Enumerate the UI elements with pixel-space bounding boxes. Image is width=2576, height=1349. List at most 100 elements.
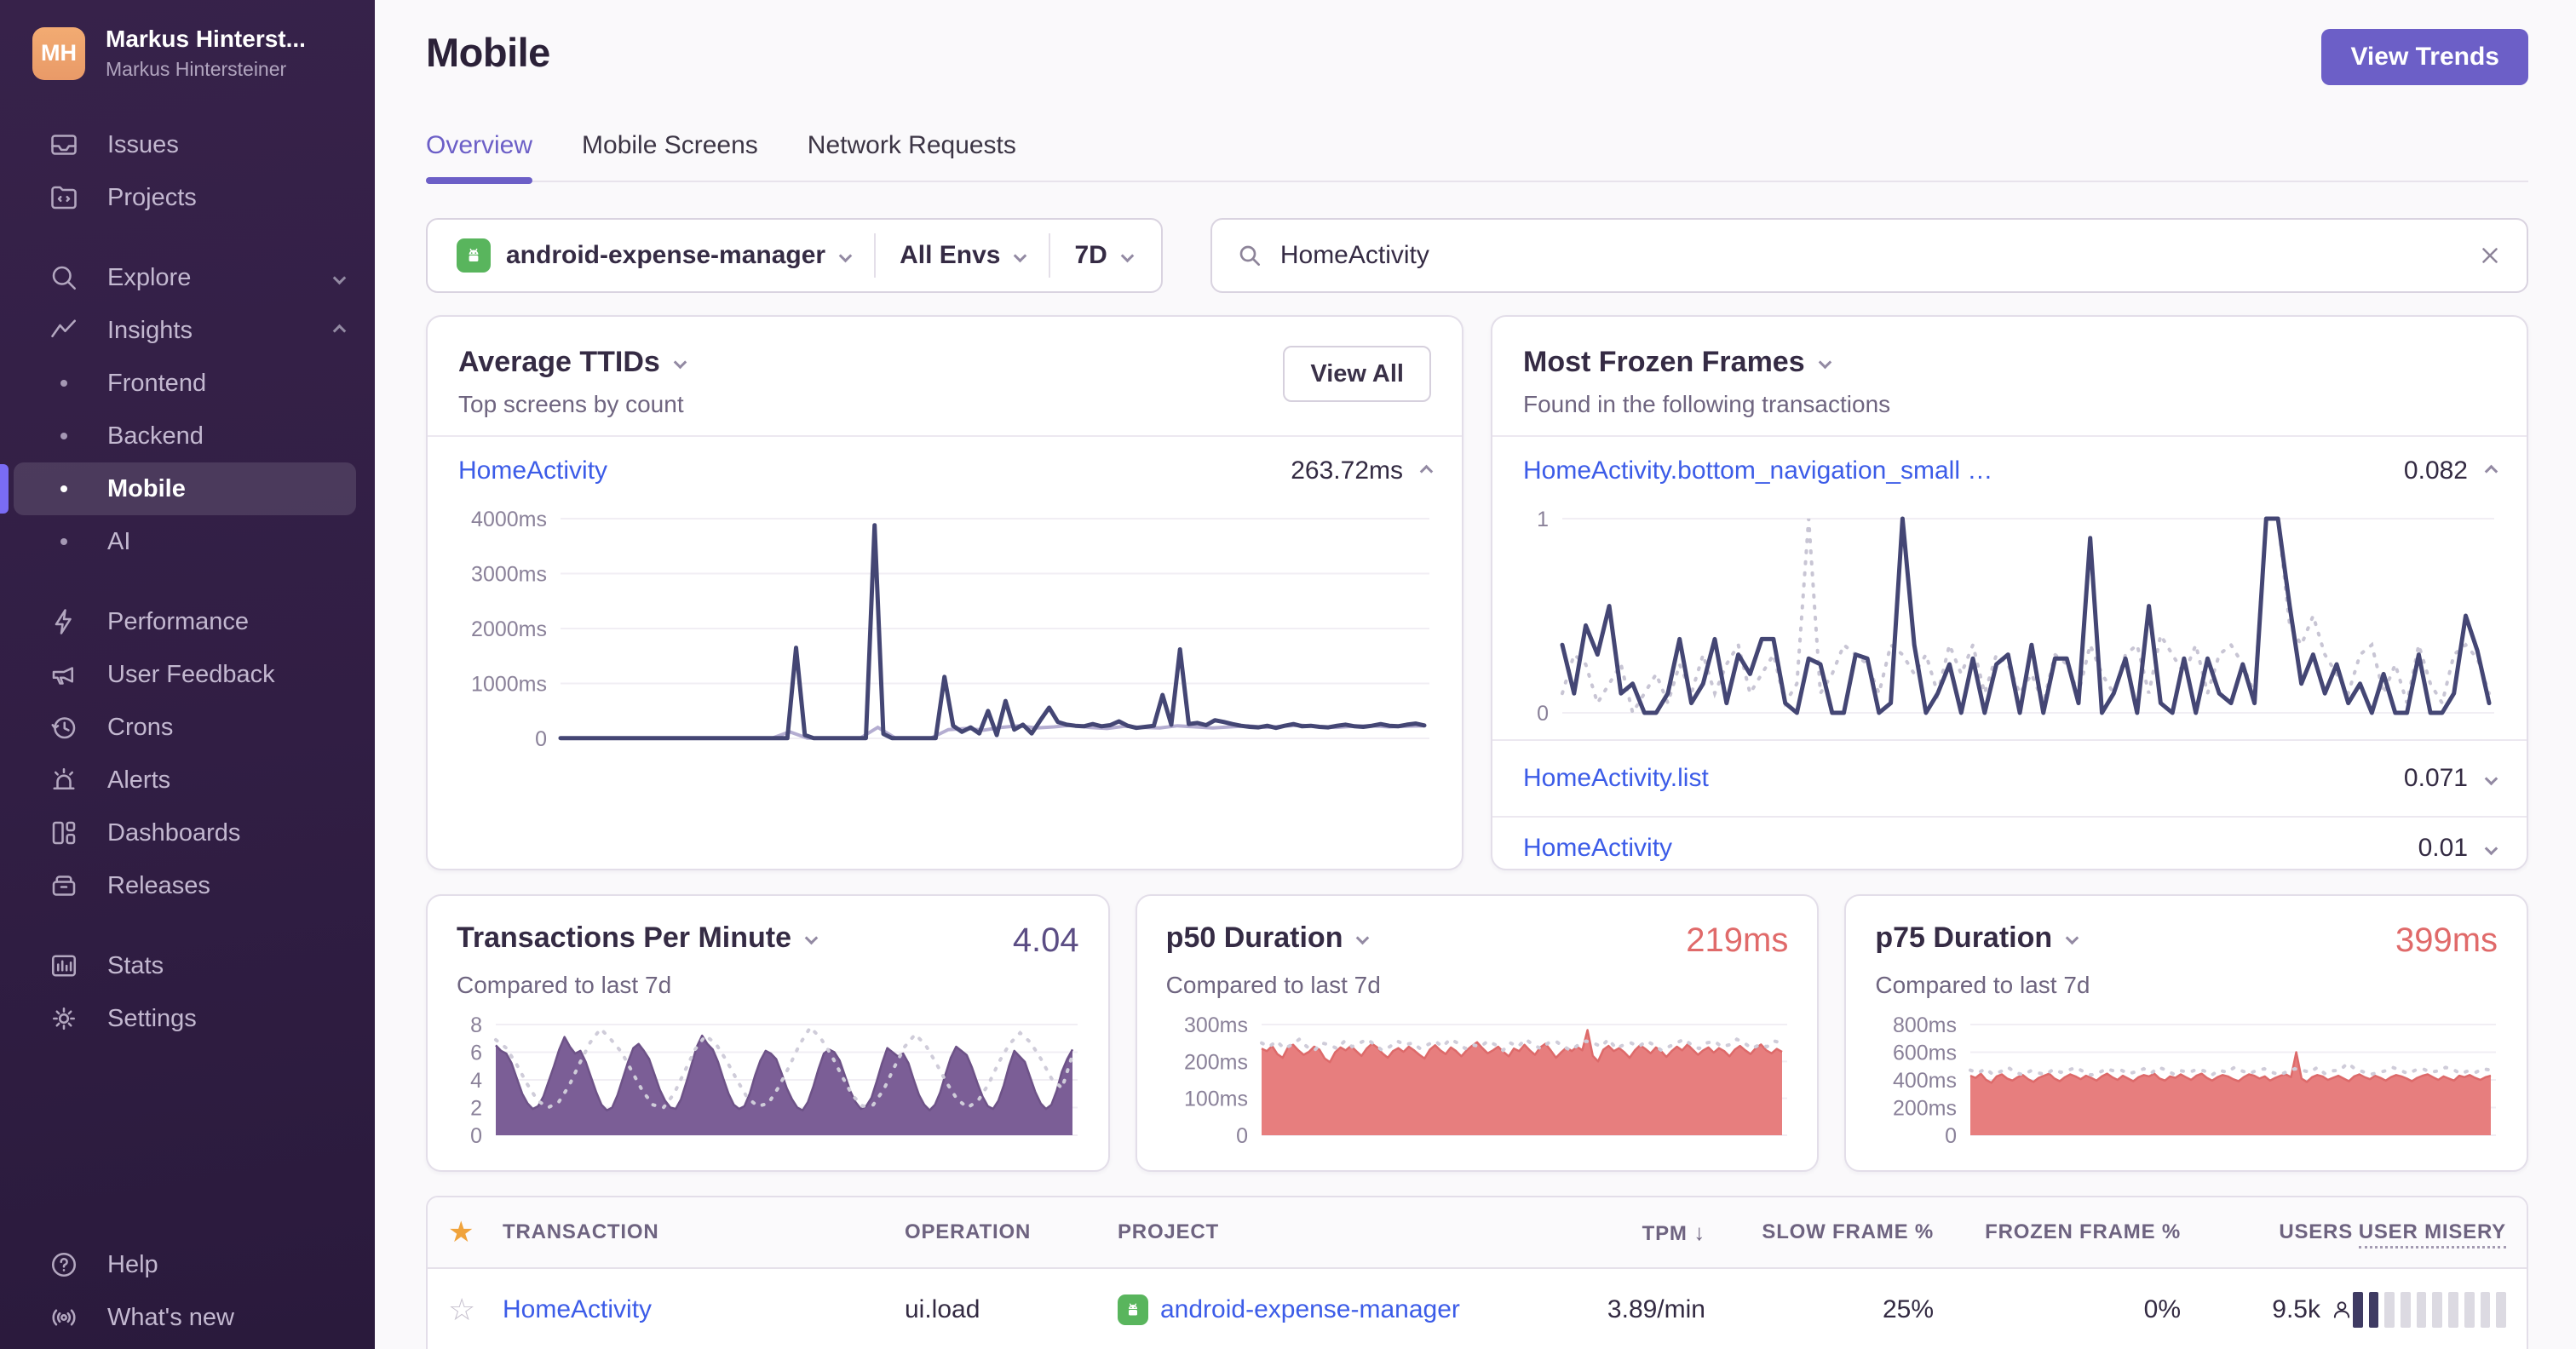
column-header-user-misery[interactable]: USER MISERY (2353, 1220, 2506, 1249)
view-trends-button[interactable]: View Trends (2321, 29, 2528, 85)
users-count: 9.5k (2272, 1295, 2320, 1323)
sidebar-item-releases[interactable]: Releases (0, 859, 375, 912)
view-all-button[interactable]: View All (1283, 346, 1431, 402)
misery-bar (2464, 1292, 2475, 1328)
sidebar-item-label: Explore (107, 263, 192, 291)
column-header-slow-frame[interactable]: SLOW FRAME % (1705, 1220, 1934, 1244)
transaction-link[interactable]: HomeActivity.bottom_navigation_small … (1523, 456, 1992, 485)
card-title: Average TTIDs (458, 346, 660, 378)
sidebar-item-ai[interactable]: AI (0, 515, 375, 568)
sidebar-item-dashboards[interactable]: Dashboards (0, 807, 375, 859)
svg-text:400ms: 400ms (1893, 1069, 1957, 1093)
bullet-icon (48, 538, 80, 545)
sidebar-item-user-feedback[interactable]: User Feedback (0, 648, 375, 701)
insights-icon (48, 314, 80, 347)
avatar[interactable]: MH (32, 26, 85, 80)
chevron-up-icon[interactable] (1419, 464, 1434, 478)
tab-label: Overview (426, 131, 533, 159)
date-range-value: 7D (1074, 241, 1107, 269)
filter-bar: android-expense-manager All Envs 7D Home… (426, 218, 2528, 293)
card-subtitle: Compared to last 7d (457, 972, 672, 998)
tab-mobile-screens[interactable]: Mobile Screens (582, 131, 758, 181)
star-filled-icon[interactable]: ★ (448, 1215, 503, 1249)
clear-search-icon[interactable] (2477, 243, 2503, 268)
sidebar-item-insights[interactable]: Insights (0, 304, 375, 357)
chevron-down-icon[interactable] (1818, 355, 1831, 370)
card-subtitle: Top screens by count (458, 391, 684, 417)
chevron-down-icon[interactable] (1356, 931, 1370, 945)
column-header-users[interactable]: USERS (2181, 1220, 2353, 1244)
sidebar-item-frontend[interactable]: Frontend (0, 357, 375, 410)
chevron-down-icon[interactable] (673, 355, 687, 370)
org-switcher[interactable]: MH Markus Hinterst... Markus Hinterstein… (0, 0, 375, 81)
sidebar-item-alerts[interactable]: Alerts (0, 754, 375, 807)
svg-text:1: 1 (1537, 508, 1549, 531)
chevron-down-icon[interactable] (804, 931, 819, 945)
svg-text:3000ms: 3000ms (471, 563, 547, 587)
tpm-chart: 8 6 4 2 0 (470, 1013, 1078, 1148)
sidebar-item-label: Performance (107, 607, 250, 635)
svg-text:1000ms: 1000ms (471, 673, 547, 697)
star-outline-icon[interactable]: ☆ (448, 1292, 503, 1328)
nav-gap (0, 568, 375, 595)
android-icon (457, 238, 491, 273)
sidebar-item-projects[interactable]: Projects (0, 171, 375, 224)
p75-duration-card: p75 Duration 399ms Compared to last 7d 8… (1844, 894, 2529, 1172)
metric-value: 399ms (2395, 921, 2498, 959)
svg-text:8: 8 (470, 1013, 482, 1037)
sidebar-item-help[interactable]: Help (0, 1238, 375, 1291)
misery-bar (2448, 1292, 2458, 1328)
chevron-down-icon (332, 271, 347, 284)
sidebar-item-performance[interactable]: Performance (0, 595, 375, 648)
sidebar-item-mobile[interactable]: Mobile (14, 462, 356, 515)
tab-overview[interactable]: Overview (426, 131, 533, 184)
chevron-down-icon[interactable] (2065, 931, 2079, 945)
svg-text:0: 0 (1537, 702, 1549, 726)
column-header-frozen-frame[interactable]: FROZEN FRAME % (1934, 1220, 2181, 1244)
transaction-cell[interactable]: HomeActivity (503, 1295, 905, 1324)
project-link[interactable]: android-expense-manager (1160, 1295, 1460, 1324)
sidebar-item-label: What's new (107, 1303, 234, 1331)
date-range-selector[interactable]: 7D (1050, 241, 1155, 270)
card-subtitle: Found in the following transactions (1523, 391, 1891, 417)
sidebar-item-backend[interactable]: Backend (0, 410, 375, 462)
column-header-tpm[interactable]: TPM ↓ (1523, 1220, 1705, 1246)
sidebar-item-stats[interactable]: Stats (0, 939, 375, 992)
card-subtitle: Compared to last 7d (1165, 972, 1381, 998)
sidebar-nav: Issues Projects Explore Insights Fronten… (0, 118, 375, 1045)
active-tab-underline (426, 177, 533, 184)
svg-text:200ms: 200ms (1893, 1097, 1957, 1121)
sidebar-item-whats-new[interactable]: What's new (0, 1291, 375, 1344)
screen-link[interactable]: HomeActivity (458, 456, 607, 485)
tab-label: Network Requests (807, 131, 1016, 159)
sort-descending-icon: ↓ (1693, 1219, 1705, 1245)
cards-row-1: Average TTIDs Top screens by count View … (426, 315, 2528, 870)
sidebar-item-issues[interactable]: Issues (0, 118, 375, 171)
transaction-link[interactable]: HomeActivity.list (1523, 764, 1709, 793)
sidebar-item-label: AI (107, 527, 131, 555)
environment-selector[interactable]: All Envs (876, 241, 1049, 270)
svg-text:4: 4 (470, 1069, 482, 1093)
column-header-project[interactable]: PROJECT (1118, 1220, 1523, 1244)
table-header: ★ TRANSACTION OPERATION PROJECT TPM ↓ SL… (428, 1197, 2527, 1269)
org-subtitle: Markus Hintersteiner (106, 58, 287, 80)
tab-network-requests[interactable]: Network Requests (808, 131, 1016, 181)
misery-bar (2368, 1292, 2379, 1328)
chart-wrap: 4000ms 3000ms 2000ms 1000ms 0 (428, 505, 1462, 765)
chevron-down-icon[interactable] (2484, 841, 2498, 855)
column-header-transaction[interactable]: TRANSACTION (503, 1220, 905, 1244)
sidebar-item-explore[interactable]: Explore (0, 251, 375, 304)
chevron-up-icon[interactable] (2484, 464, 2498, 478)
page-header: Mobile View Trends (426, 0, 2528, 85)
transaction-link[interactable]: HomeActivity (1523, 834, 1672, 863)
column-header-operation[interactable]: OPERATION (905, 1220, 1118, 1244)
sidebar-item-settings[interactable]: Settings (0, 992, 375, 1045)
chevron-down-icon[interactable] (2484, 772, 2498, 785)
sidebar-item-crons[interactable]: Crons (0, 701, 375, 754)
p75-duration-chart: 800ms 600ms 400ms 200ms 0 (1893, 1013, 2497, 1148)
misery-bar (2352, 1292, 2363, 1328)
search-input[interactable]: HomeActivity (1210, 218, 2528, 293)
project-selector[interactable]: android-expense-manager (433, 238, 874, 273)
svg-text:600ms: 600ms (1893, 1042, 1957, 1065)
chevron-up-icon (332, 324, 347, 337)
